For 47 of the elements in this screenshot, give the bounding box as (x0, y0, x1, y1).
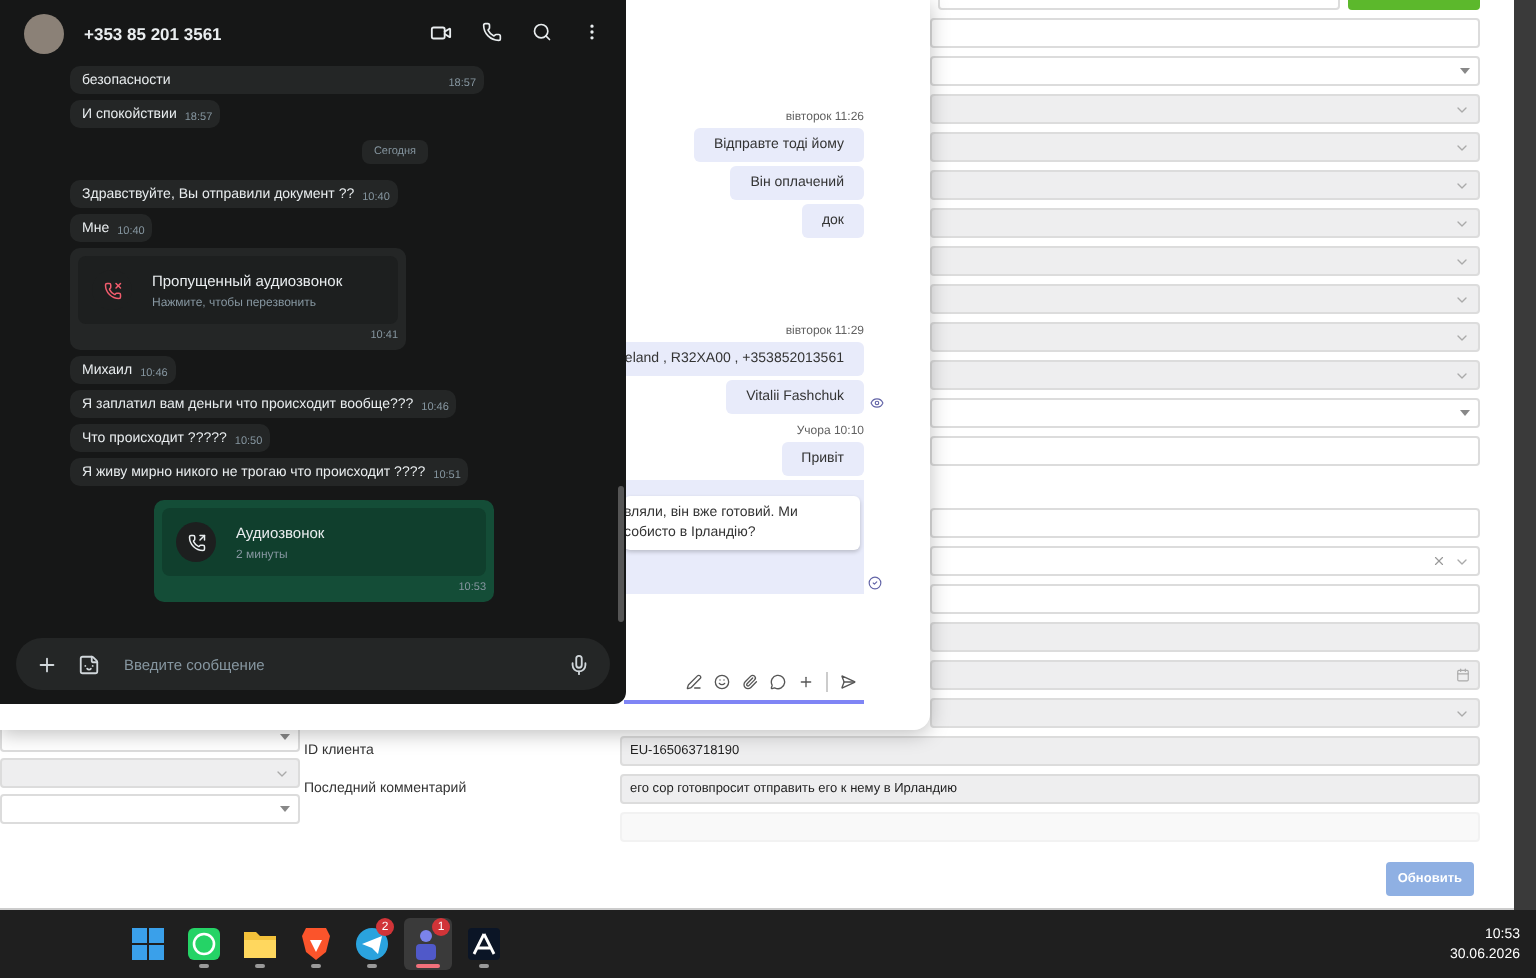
select-field[interactable] (930, 170, 1480, 200)
select-field[interactable] (930, 208, 1480, 238)
avatar-placeholder (24, 13, 64, 53)
lion-shield-icon (302, 928, 330, 960)
microphone-icon[interactable] (568, 653, 590, 675)
attach-icon[interactable] (742, 674, 758, 690)
input-field[interactable] (930, 584, 1480, 614)
page-scrollbar[interactable] (1514, 0, 1536, 910)
chat-app-icon (188, 928, 220, 960)
select-field[interactable] (930, 132, 1480, 162)
video-call-icon[interactable] (430, 22, 452, 44)
select-field[interactable] (930, 94, 1480, 124)
text-field[interactable] (930, 622, 1480, 652)
input-field[interactable] (930, 436, 1480, 466)
select-field[interactable] (930, 698, 1480, 728)
format-icon[interactable] (686, 674, 702, 690)
caret-icon (280, 806, 290, 812)
outgoing-call-icon (176, 522, 216, 562)
caret-icon (280, 734, 290, 740)
emoji-icon[interactable] (714, 674, 730, 690)
windows-logo-icon (132, 928, 164, 960)
select-field[interactable] (930, 284, 1480, 314)
select-field[interactable] (930, 546, 1480, 576)
sticker-icon[interactable] (78, 653, 100, 675)
select-field[interactable] (930, 246, 1480, 276)
caret-icon (1460, 410, 1470, 416)
pdf-app-icon (468, 928, 500, 960)
clear-icon[interactable] (1432, 554, 1446, 568)
select-field[interactable] (930, 360, 1480, 390)
select-field[interactable] (930, 56, 1480, 86)
select-field[interactable] (930, 322, 1480, 352)
contact-name: +353 85 201 3561 (84, 23, 224, 43)
phone-icon[interactable] (482, 22, 502, 42)
input-field[interactable] (930, 18, 1480, 48)
folder-icon (244, 930, 276, 958)
date-field[interactable] (930, 660, 1480, 690)
speech-bubble-icon[interactable] (770, 674, 786, 690)
send-icon[interactable] (840, 674, 856, 690)
caret-icon (1460, 68, 1470, 74)
select-field[interactable] (930, 398, 1480, 428)
select-field[interactable] (0, 758, 300, 788)
select-field[interactable] (0, 794, 300, 824)
search-icon[interactable] (532, 22, 552, 42)
input-field[interactable] (930, 508, 1480, 538)
calendar-icon (1456, 668, 1470, 682)
plus-icon[interactable] (36, 653, 58, 675)
paper-plane-icon (356, 928, 388, 960)
